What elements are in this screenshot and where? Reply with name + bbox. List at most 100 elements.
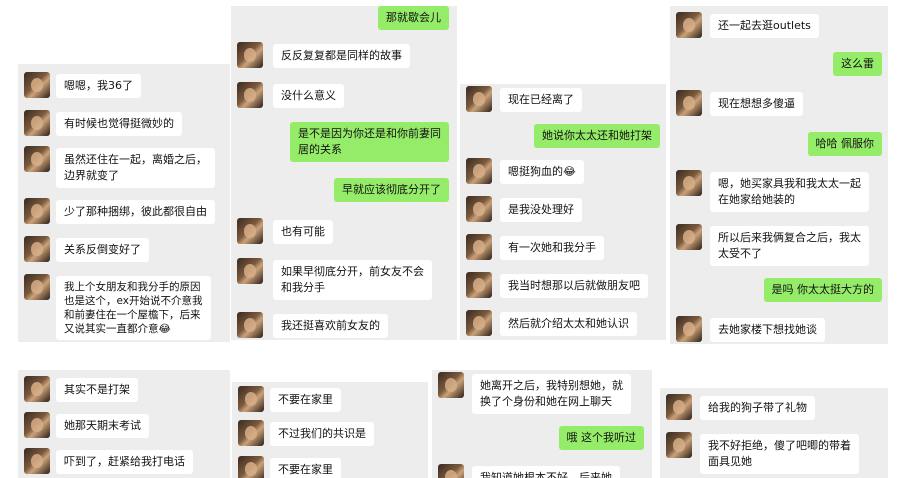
contact-avatar[interactable] [666, 394, 692, 420]
incoming-bubble: 现在已经离了 [500, 88, 582, 112]
incoming-bubble: 嗯，她买家具我和我太太一起 在她家给她装的 [710, 172, 869, 212]
contact-avatar[interactable] [466, 310, 492, 336]
contact-avatar[interactable] [466, 158, 492, 184]
message-row: 不要在家里 [232, 456, 428, 478]
message-row: 不过我们的共识是 [232, 420, 428, 446]
incoming-bubble: 嗯挺狗血的😂 [500, 160, 584, 184]
contact-avatar[interactable] [676, 316, 702, 342]
incoming-bubble: 不要在家里 [270, 388, 341, 412]
contact-avatar[interactable] [438, 464, 464, 478]
contact-avatar[interactable] [237, 312, 263, 338]
message-row: 嗯嗯，我36了 [18, 72, 230, 98]
incoming-bubble: 不要在家里 [270, 458, 341, 478]
incoming-bubble: 嗯嗯，我36了 [56, 74, 141, 98]
contact-avatar[interactable] [24, 274, 50, 300]
incoming-bubble: 她那天期末考试 [56, 414, 149, 438]
incoming-bubble: 所以后来我俩复合之后，我太 太受不了 [710, 226, 869, 266]
contact-avatar[interactable] [466, 86, 492, 112]
message-row: 是我没处理好 [460, 196, 666, 222]
contact-avatar[interactable] [237, 82, 263, 108]
message-row: 我还挺喜欢前女友的 [231, 312, 457, 338]
message-row: 给我的狗子带了礼物 [660, 394, 888, 420]
chat-panel-6: 不要在家里 不过我们的共识是 不要在家里 [232, 382, 428, 478]
contact-avatar[interactable] [238, 386, 264, 412]
message-row: 我知道她根本不好，后来她 [432, 464, 652, 478]
outgoing-bubble: 她说你太太还和她打架 [534, 124, 660, 148]
contact-avatar[interactable] [466, 234, 492, 260]
message-row: 还一起去逛outlets [670, 12, 888, 38]
incoming-bubble: 现在想想多傻逼 [710, 92, 803, 116]
outgoing-bubble: 早就应该彻底分开了 [334, 178, 449, 202]
contact-avatar[interactable] [24, 412, 50, 438]
message-row: 吓到了，赶紧给我打电话 [18, 448, 230, 474]
message-row: 如果早彻底分开，前女友不会 和我分手 [231, 258, 457, 302]
outgoing-bubble: 是不是因为你还是和你前妻同 居的关系 [290, 122, 449, 162]
message-row: 少了那种捆绑，彼此都很自由 [18, 198, 230, 224]
message-row: 有时候也觉得挺微妙的 [18, 110, 230, 136]
incoming-bubble: 我不好拒绝，傻了吧唧的带着 面具见她 [700, 434, 859, 474]
contact-avatar[interactable] [666, 432, 692, 458]
incoming-bubble: 少了那种捆绑，彼此都很自由 [56, 200, 215, 224]
incoming-bubble: 其实不是打架 [56, 378, 138, 402]
incoming-bubble: 是我没处理好 [500, 198, 582, 222]
contact-avatar[interactable] [237, 258, 263, 284]
incoming-bubble: 关系反倒变好了 [56, 238, 149, 262]
incoming-bubble: 也有可能 [273, 220, 333, 244]
chat-panel-3: 现在已经离了 她说你太太还和她打架 嗯挺狗血的😂 是我没处理好 有一次她和我分手… [460, 84, 666, 340]
contact-avatar[interactable] [676, 12, 702, 38]
message-row: 嗯挺狗血的😂 [460, 158, 666, 184]
outgoing-bubble: 是吗 你太太挺大方的 [763, 278, 882, 302]
incoming-bubble: 不过我们的共识是 [270, 422, 374, 446]
message-row: 她那天期末考试 [18, 412, 230, 438]
message-row: 关系反倒变好了 [18, 236, 230, 262]
contact-avatar[interactable] [24, 376, 50, 402]
message-row: 去她家楼下想找她谈 [670, 316, 888, 342]
incoming-bubble: 我还挺喜欢前女友的 [273, 314, 388, 338]
contact-avatar[interactable] [24, 448, 50, 474]
incoming-bubble: 吓到了，赶紧给我打电话 [56, 450, 193, 474]
message-row: 现在想想多傻逼 [670, 90, 888, 116]
incoming-bubble: 我上个女朋友和我分手的原因 也是这个，ex开始说不介意我 和前妻住在一个屋檐下，… [56, 276, 211, 340]
message-row: 反反复复都是同样的故事 [231, 42, 457, 68]
incoming-bubble: 我当时想那以后就做朋友吧 [500, 274, 648, 298]
message-row: 现在已经离了 [460, 86, 666, 112]
contact-avatar[interactable] [237, 42, 263, 68]
incoming-bubble: 没什么意义 [273, 84, 344, 108]
contact-avatar[interactable] [24, 146, 50, 172]
contact-avatar[interactable] [24, 72, 50, 98]
incoming-bubble: 有时候也觉得挺微妙的 [56, 112, 182, 136]
contact-avatar[interactable] [238, 456, 264, 478]
message-row: 不要在家里 [232, 386, 428, 412]
contact-avatar[interactable] [676, 90, 702, 116]
contact-avatar[interactable] [466, 196, 492, 222]
contact-avatar[interactable] [24, 110, 50, 136]
chat-panel-4: 还一起去逛outlets 这么雷 现在想想多傻逼 哈哈 佩服你 嗯，她买家具我和… [670, 6, 888, 344]
message-row: 她离开之后，我特别想她，就 换了个身份和她在网上聊天 [432, 372, 652, 416]
chat-panel-8: 给我的狗子带了礼物 我不好拒绝，傻了吧唧的带着 面具见她 [660, 388, 888, 478]
incoming-bubble: 还一起去逛outlets [710, 14, 819, 38]
chat-panel-5: 其实不是打架 她那天期末考试 吓到了，赶紧给我打电话 [18, 370, 230, 478]
contact-avatar[interactable] [676, 224, 702, 250]
outgoing-bubble: 哦 这个我听过 [558, 426, 644, 450]
incoming-bubble: 反反复复都是同样的故事 [273, 44, 410, 68]
contact-avatar[interactable] [438, 372, 464, 398]
contact-avatar[interactable] [676, 170, 702, 196]
message-row: 所以后来我俩复合之后，我太 太受不了 [670, 224, 888, 268]
incoming-bubble: 如果早彻底分开，前女友不会 和我分手 [273, 260, 432, 300]
message-row: 其实不是打架 [18, 376, 230, 402]
contact-avatar[interactable] [238, 420, 264, 446]
message-row: 然后就介绍太太和她认识 [460, 310, 666, 336]
contact-avatar[interactable] [24, 236, 50, 262]
outgoing-bubble: 这么雷 [833, 52, 882, 76]
chat-panel-2: 那就歇会儿 反反复复都是同样的故事 没什么意义 是不是因为你还是和你前妻同 居的… [231, 6, 457, 340]
contact-avatar[interactable] [237, 218, 263, 244]
contact-avatar[interactable] [24, 198, 50, 224]
contact-avatar[interactable] [466, 272, 492, 298]
incoming-bubble: 有一次她和我分手 [500, 236, 604, 260]
outgoing-bubble: 那就歇会儿 [378, 6, 449, 30]
message-row: 我当时想那以后就做朋友吧 [460, 272, 666, 298]
message-row: 我上个女朋友和我分手的原因 也是这个，ex开始说不介意我 和前妻住在一个屋檐下，… [18, 274, 230, 342]
incoming-bubble: 我知道她根本不好，后来她 [472, 466, 620, 478]
incoming-bubble: 她离开之后，我特别想她，就 换了个身份和她在网上聊天 [472, 374, 631, 414]
incoming-bubble: 虽然还住在一起，离婚之后， 边界就变了 [56, 148, 215, 188]
